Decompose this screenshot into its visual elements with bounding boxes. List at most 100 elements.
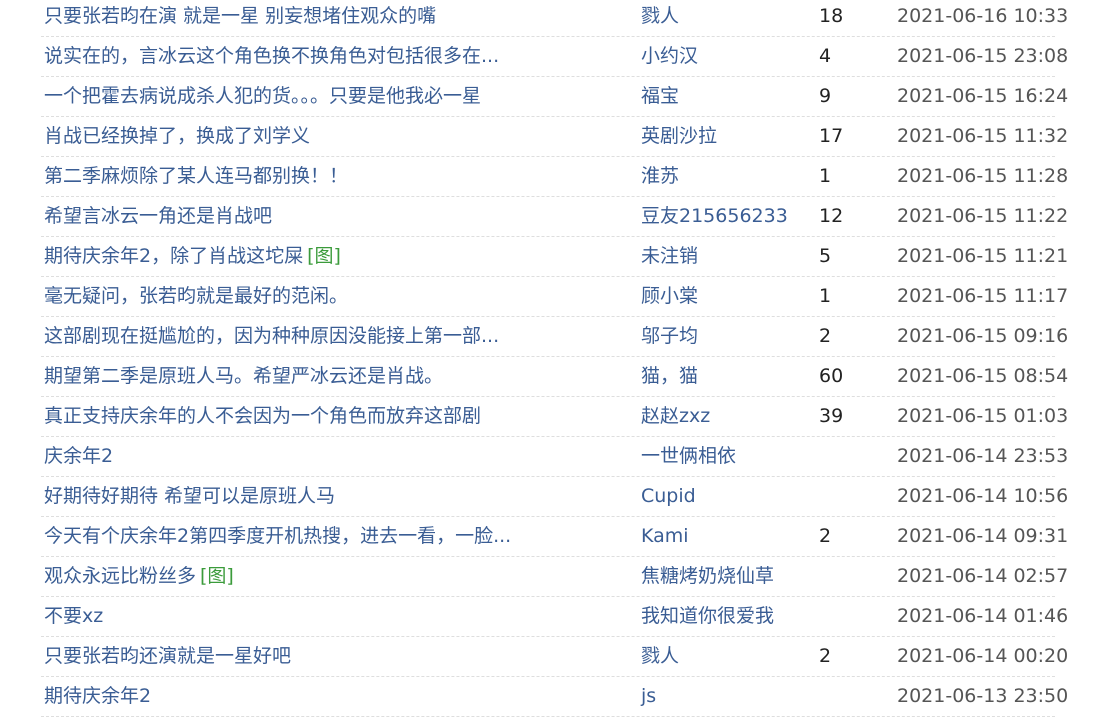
author-link[interactable]: 赵赵zxz: [641, 397, 710, 436]
discussion-title-cell: 好期待好期待 希望可以是原班人马: [44, 477, 339, 516]
author-link[interactable]: 邬子均: [641, 317, 698, 356]
author-link[interactable]: 焦糖烤奶烧仙草: [641, 557, 774, 596]
discussion-title-link[interactable]: 一个把霍去病说成杀人犯的货。。。只要是他我必一星: [44, 85, 481, 107]
reply-count: 12: [819, 205, 844, 227]
discussion-title-link[interactable]: 希望言冰云一角还是肖战吧: [44, 205, 272, 227]
reply-count: 39: [819, 405, 844, 427]
discussion-row: 肖战已经换掉了，换成了刘学义 英剧沙拉 17 2021-06-15 11:32: [41, 117, 1068, 157]
last-reply-time: 2021-06-15 01:03: [897, 405, 1069, 427]
discussion-title-link[interactable]: 期望第二季是原班人马。希望严冰云还是肖战。: [44, 365, 443, 387]
discussion-title-cell: 只要张若昀在演 就是一星 别妄想堵住观众的嘴: [44, 0, 440, 36]
last-reply-time: 2021-06-15 11:17: [897, 285, 1069, 307]
reply-count: 1: [819, 285, 832, 307]
discussion-title-cell: 一个把霍去病说成杀人犯的货。。。只要是他我必一星: [44, 77, 485, 116]
last-reply-time: 2021-06-15 11:22: [897, 205, 1069, 227]
last-reply-time: 2021-06-13 23:50: [897, 685, 1069, 707]
reply-count: 4: [819, 45, 832, 67]
discussion-title-link[interactable]: 观众永远比粉丝多: [44, 565, 196, 587]
discussion-row: 只要张若昀还演就是一星好吧 戮人 2 2021-06-14 00:20: [41, 637, 1068, 677]
discussion-title-link[interactable]: 第二季麻烦除了某人连马都别换！！: [44, 165, 348, 187]
discussion-title-cell: 庆余年2: [44, 437, 117, 476]
discussion-title-link[interactable]: 只要张若昀在演 就是一星 别妄想堵住观众的嘴: [44, 5, 436, 27]
discussion-title-cell: 希望言冰云一角还是肖战吧: [44, 197, 276, 236]
discussion-title-link[interactable]: 这部剧现在挺尴尬的，因为种种原因没能接上第一部...: [44, 325, 499, 347]
author-link[interactable]: 顾小棠: [641, 277, 698, 316]
discussion-row: 这部剧现在挺尴尬的，因为种种原因没能接上第一部... 邬子均 2 2021-06…: [41, 317, 1068, 357]
discussion-title-cell: 今天有个庆余年2第四季度开机热搜，进去一看，一脸...: [44, 517, 515, 556]
discussion-row: 观众永远比粉丝多 [图] 焦糖烤奶烧仙草 2021-06-14 02:57: [41, 557, 1068, 597]
reply-count: 9: [819, 85, 832, 107]
author-link[interactable]: 未注销: [641, 237, 698, 276]
author-link[interactable]: 英剧沙拉: [641, 117, 717, 156]
discussion-title-cell: 期望第二季是原班人马。希望严冰云还是肖战。: [44, 357, 447, 396]
discussion-title-link[interactable]: 今天有个庆余年2第四季度开机热搜，进去一看，一脸...: [44, 525, 511, 547]
author-link[interactable]: 淮苏: [641, 157, 679, 196]
author-link[interactable]: 小约汉: [641, 37, 698, 76]
author-link[interactable]: Kami: [641, 517, 689, 556]
author-link[interactable]: 福宝: [641, 77, 679, 116]
author-link[interactable]: 猫，猫: [641, 357, 698, 396]
image-tag: [图]: [200, 565, 234, 587]
discussion-title-link[interactable]: 说实在的，言冰云这个角色换不换角色对包括很多在...: [44, 45, 499, 67]
last-reply-time: 2021-06-14 00:20: [897, 645, 1069, 667]
discussion-title-cell: 第二季麻烦除了某人连马都别换！！: [44, 157, 352, 196]
reply-count: 2: [819, 645, 832, 667]
discussion-title-link[interactable]: 期待庆余年2: [44, 685, 151, 707]
reply-count: 17: [819, 125, 844, 147]
discussion-title-link[interactable]: 好期待好期待 希望可以是原班人马: [44, 485, 335, 507]
discussion-title-cell: 期待庆余年2: [44, 677, 155, 716]
discussion-title-cell: 真正支持庆余年的人不会因为一个角色而放弃这部剧: [44, 397, 485, 436]
author-link[interactable]: 一世俩相依: [641, 437, 736, 476]
last-reply-time: 2021-06-15 11:21: [897, 245, 1069, 267]
discussion-title-cell: 观众永远比粉丝多 [图]: [44, 557, 234, 596]
discussion-row: 真正支持庆余年的人不会因为一个角色而放弃这部剧 赵赵zxz 39 2021-06…: [41, 397, 1068, 437]
author-link[interactable]: js: [641, 677, 656, 716]
discussion-row: 一个把霍去病说成杀人犯的货。。。只要是他我必一星 福宝 9 2021-06-15…: [41, 77, 1068, 117]
discussion-title-link[interactable]: 只要张若昀还演就是一星好吧: [44, 645, 291, 667]
last-reply-time: 2021-06-14 09:31: [897, 525, 1069, 547]
discussion-row: 今天有个庆余年2第四季度开机热搜，进去一看，一脸... Kami 2 2021-…: [41, 517, 1068, 557]
reply-count: 1: [819, 165, 832, 187]
discussion-title-cell: 肖战已经换掉了，换成了刘学义: [44, 117, 314, 156]
discussion-row: 说实在的，言冰云这个角色换不换角色对包括很多在... 小约汉 4 2021-06…: [41, 37, 1068, 77]
reply-count: 5: [819, 245, 832, 267]
image-tag: [图]: [307, 245, 341, 267]
reply-count: 60: [819, 365, 844, 387]
last-reply-time: 2021-06-15 23:08: [897, 45, 1069, 67]
last-reply-time: 2021-06-14 01:46: [897, 605, 1069, 627]
discussion-row: 只要张若昀在演 就是一星 别妄想堵住观众的嘴 戮人 18 2021-06-16 …: [41, 0, 1068, 37]
reply-count: 2: [819, 325, 832, 347]
discussion-row: 好期待好期待 希望可以是原班人马 Cupid 2021-06-14 10:56: [41, 477, 1068, 517]
last-reply-time: 2021-06-14 10:56: [897, 485, 1069, 507]
discussion-title-link[interactable]: 毫无疑问，张若昀就是最好的范闲。: [44, 285, 348, 307]
last-reply-time: 2021-06-14 02:57: [897, 565, 1069, 587]
last-reply-time: 2021-06-15 11:32: [897, 125, 1069, 147]
discussion-row: 庆余年2 一世俩相依 2021-06-14 23:53: [41, 437, 1068, 477]
author-link[interactable]: 豆友215656233: [641, 197, 788, 236]
last-reply-time: 2021-06-14 23:53: [897, 445, 1069, 467]
discussion-row: 第二季麻烦除了某人连马都别换！！ 淮苏 1 2021-06-15 11:28: [41, 157, 1068, 197]
author-link[interactable]: 戮人: [641, 637, 679, 676]
last-reply-time: 2021-06-16 10:33: [897, 5, 1069, 27]
discussion-title-cell: 只要张若昀还演就是一星好吧: [44, 637, 295, 676]
last-reply-time: 2021-06-15 16:24: [897, 85, 1069, 107]
discussion-row: 期望第二季是原班人马。希望严冰云还是肖战。 猫，猫 60 2021-06-15 …: [41, 357, 1068, 397]
discussion-title-link[interactable]: 不要xz: [44, 605, 103, 627]
discussion-title-cell: 说实在的，言冰云这个角色换不换角色对包括很多在...: [44, 37, 503, 76]
last-reply-time: 2021-06-15 09:16: [897, 325, 1069, 347]
discussion-title-cell: 期待庆余年2，除了肖战这坨屎 [图]: [44, 237, 341, 276]
discussion-title-link[interactable]: 真正支持庆余年的人不会因为一个角色而放弃这部剧: [44, 405, 481, 427]
discussion-row: 毫无疑问，张若昀就是最好的范闲。 顾小棠 1 2021-06-15 11:17: [41, 277, 1068, 317]
discussion-title-cell: 这部剧现在挺尴尬的，因为种种原因没能接上第一部...: [44, 317, 503, 356]
discussion-title-link[interactable]: 肖战已经换掉了，换成了刘学义: [44, 125, 310, 147]
discussion-title-cell: 不要xz: [44, 597, 107, 636]
last-reply-time: 2021-06-15 11:28: [897, 165, 1069, 187]
discussion-title-link[interactable]: 庆余年2: [44, 445, 113, 467]
discussion-list: 只要张若昀在演 就是一星 别妄想堵住观众的嘴 戮人 18 2021-06-16 …: [41, 0, 1068, 717]
author-link[interactable]: Cupid: [641, 477, 696, 516]
discussion-title-link[interactable]: 期待庆余年2，除了肖战这坨屎: [44, 245, 303, 267]
author-link[interactable]: 戮人: [641, 0, 679, 36]
reply-count: 2: [819, 525, 832, 547]
author-link[interactable]: 我知道你很爱我: [641, 597, 774, 636]
discussion-row: 期待庆余年2 js 2021-06-13 23:50: [41, 677, 1068, 717]
